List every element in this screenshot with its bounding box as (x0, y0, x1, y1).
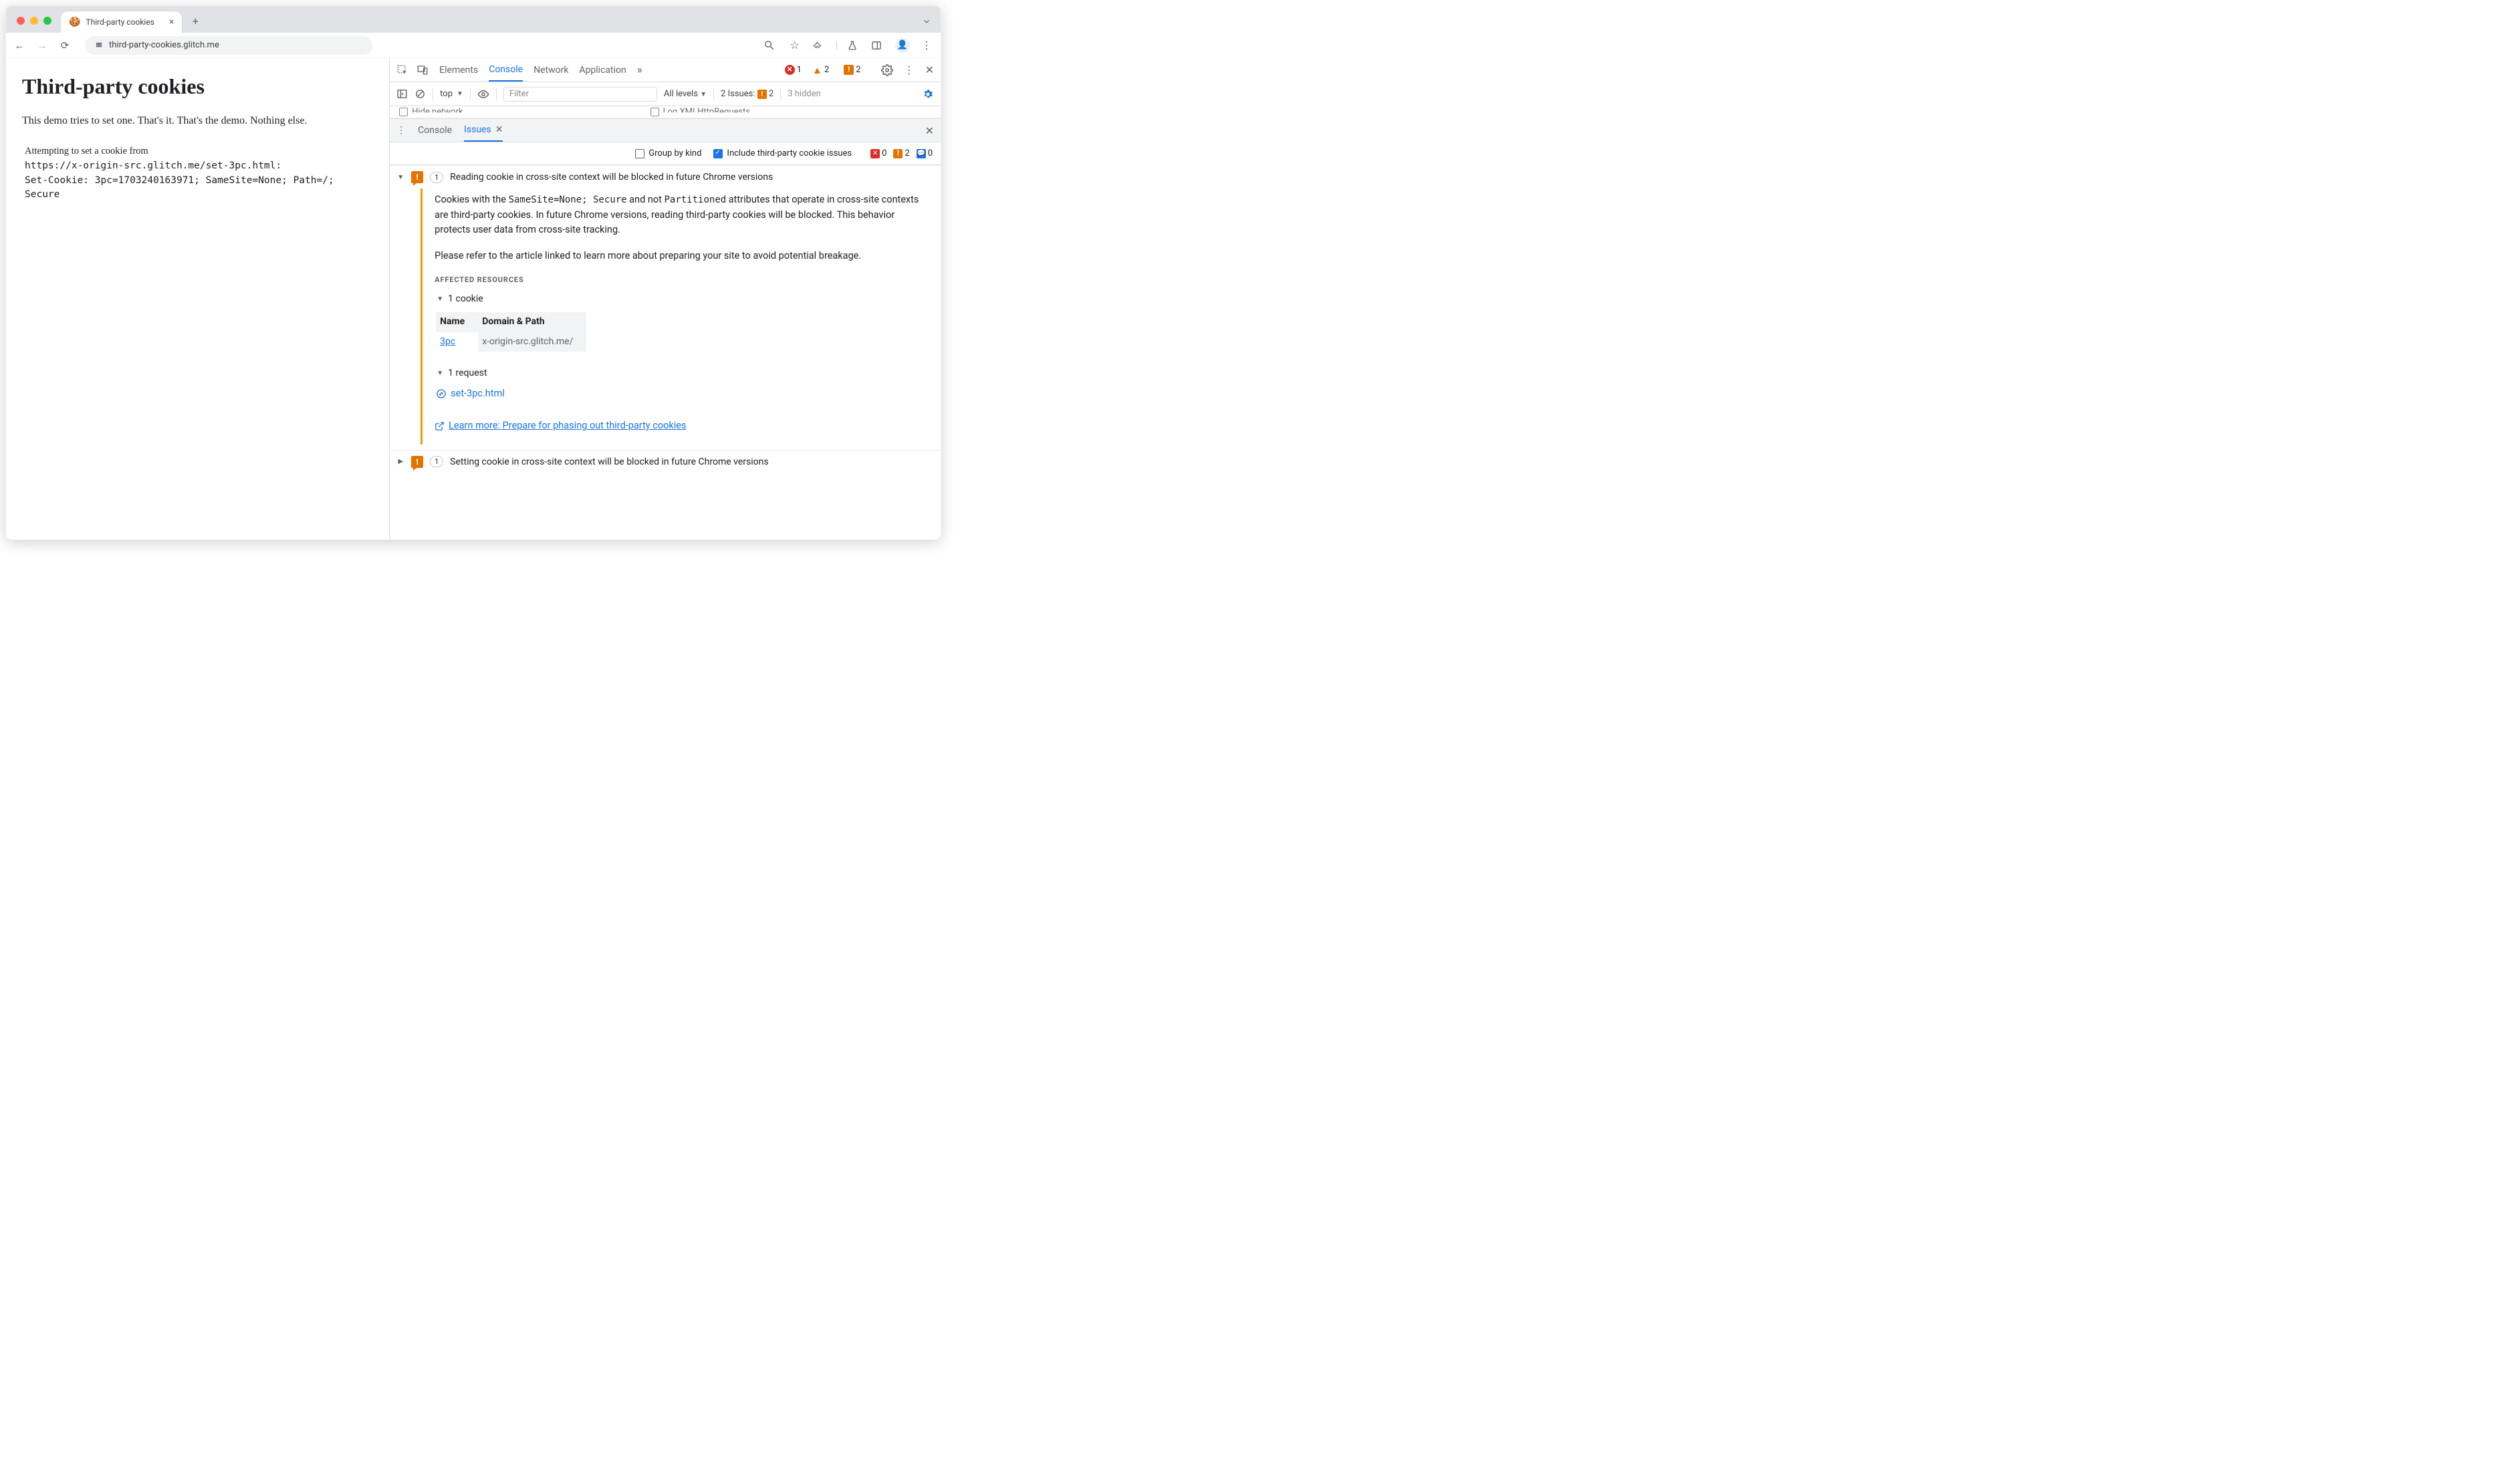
tab-network[interactable]: Network (533, 58, 568, 82)
warning-count[interactable]: ▲2 (812, 65, 829, 75)
devtools-menu-icon[interactable]: ⋮ (904, 64, 915, 76)
affected-resources-heading: AFFECTED RESOURCES (435, 274, 930, 285)
page-log: Attempting to set a cookie from https://… (25, 144, 373, 203)
cookie-resource-toggle[interactable]: ▼1 cookie (436, 292, 930, 307)
issue-count[interactable]: !2 (844, 65, 860, 75)
log-setcookie: Set-Cookie: 3pc=1703240163971; SameSite=… (25, 175, 334, 201)
bookmark-star-icon[interactable]: ☆ (788, 39, 802, 51)
issue-body: Cookies with the SameSite=None; Secure a… (421, 189, 934, 445)
labs-icon[interactable] (847, 40, 862, 51)
error-count[interactable]: ✕1 (785, 65, 802, 75)
omnibox[interactable]: third-party-cookies.glitch.me (85, 36, 372, 55)
log-levels-selector[interactable]: All levels ▼ (664, 89, 707, 99)
page-heading: Third-party cookies (22, 74, 373, 99)
issue-title: Setting cookie in cross-site context wil… (450, 457, 768, 467)
log-prefix: Attempting to set a cookie from (25, 146, 148, 156)
issue-description-2: Please refer to the article linked to le… (435, 249, 930, 263)
learn-more-link[interactable]: Learn more: Prepare for phasing out thir… (435, 418, 686, 433)
drawer-close-icon[interactable]: ✕ (925, 124, 934, 137)
tab-overflow-icon[interactable]: » (637, 58, 642, 82)
tab-list-chevron-icon[interactable] (922, 17, 931, 26)
issue-item: ▶ ! 1 Setting cookie in cross-site conte… (390, 450, 941, 473)
col-name: Name (436, 312, 478, 332)
log-xhr-checkbox[interactable]: Log XMLHttpRequests (663, 107, 751, 117)
devtools-panel: Elements Console Network Application » ✕… (389, 58, 941, 539)
include-3pc-checkbox[interactable]: Include third-party cookie issues (713, 148, 852, 158)
new-tab-button[interactable]: + (187, 13, 203, 29)
drawer-menu-icon[interactable]: ⋮ (396, 125, 406, 136)
col-domain-path: Domain & Path (478, 312, 586, 332)
cookie-domain-path: x-origin-src.glitch.me/ (478, 332, 586, 352)
chrome-menu-icon[interactable]: ⋮ (919, 39, 934, 51)
close-issues-tab-icon[interactable]: ✕ (495, 124, 503, 135)
disclosure-toggle-icon[interactable]: ▶ (396, 458, 404, 465)
page-intro: This demo tries to set one. That's it. T… (22, 115, 373, 127)
window-close-button[interactable] (17, 17, 25, 25)
console-toolbar: top▼ Filter All levels ▼ 2 Issues: ! 2 3… (390, 82, 941, 106)
drawer-tabstrip: ⋮ Console Issues✕ ✕ (390, 118, 941, 142)
drawer-tab-issues[interactable]: Issues✕ (464, 119, 503, 142)
issues-error-count: ✕0 (870, 148, 886, 158)
console-pref-row: Hide network Log XMLHttpRequests (390, 106, 941, 118)
browser-tab-strip: 🍪 Third-party cookies × + (6, 6, 941, 33)
issue-occurrence-count: 1 (430, 172, 443, 183)
nav-forward-icon[interactable]: → (35, 39, 49, 51)
issues-link[interactable]: 2 Issues: ! 2 (721, 89, 774, 100)
external-link-icon (435, 421, 445, 431)
context-selector[interactable]: top▼ (440, 89, 463, 99)
device-toggle-icon[interactable] (416, 64, 429, 76)
devtools-close-icon[interactable]: ✕ (925, 64, 934, 76)
issue-occurrence-count: 1 (430, 456, 443, 467)
tab-elements[interactable]: Elements (439, 58, 478, 82)
log-url: https://x-origin-src.glitch.me/set-3pc.h… (25, 160, 281, 171)
window-minimize-button[interactable] (30, 17, 38, 25)
tab-close-icon[interactable]: × (169, 17, 174, 27)
tab-application[interactable]: Application (579, 58, 626, 82)
zoom-icon[interactable] (763, 39, 778, 51)
hidden-count[interactable]: 3 hidden (788, 89, 821, 99)
clear-console-icon[interactable] (414, 88, 426, 100)
page-content: Third-party cookies This demo tries to s… (6, 58, 389, 539)
request-icon (436, 388, 447, 399)
settings-gear-icon[interactable] (881, 64, 893, 76)
live-expression-icon[interactable] (477, 88, 489, 100)
sidepanel-icon[interactable] (871, 40, 886, 51)
omnibox-url: third-party-cookies.glitch.me (109, 40, 219, 50)
window-zoom-button[interactable] (43, 17, 51, 25)
toolbar: ← → ⟳ third-party-cookies.glitch.me ☆ | … (6, 33, 941, 58)
devtools-tabstrip: Elements Console Network Application » ✕… (390, 58, 941, 82)
toolbar-separator: | (836, 40, 838, 51)
breaking-change-icon: ! (411, 456, 423, 468)
issues-list: ▼ ! 1 Reading cookie in cross-site conte… (390, 165, 941, 539)
profile-avatar-icon[interactable]: 👤 (895, 38, 910, 53)
nav-reload-icon[interactable]: ⟳ (58, 39, 72, 51)
tab-console[interactable]: Console (489, 58, 523, 82)
request-resource-toggle[interactable]: ▼1 request (436, 366, 930, 381)
extensions-icon[interactable] (812, 40, 826, 51)
group-by-kind-checkbox[interactable]: Group by kind (635, 148, 701, 158)
affected-request-link[interactable]: set-3pc.html (436, 386, 930, 401)
tab-title: Third-party cookies (86, 17, 154, 27)
drawer-tab-console[interactable]: Console (418, 119, 452, 142)
site-settings-icon[interactable] (94, 41, 104, 50)
console-sidebar-toggle-icon[interactable] (396, 88, 408, 100)
table-row: 3pcx-origin-src.glitch.me/ (436, 332, 586, 352)
browser-tab[interactable]: 🍪 Third-party cookies × (61, 11, 182, 33)
issues-info-count: 💬0 (917, 148, 933, 158)
issue-item: ▼ ! 1 Reading cookie in cross-site conte… (390, 165, 941, 450)
cookie-favicon-icon: 🍪 (69, 17, 80, 27)
breaking-change-icon: ! (411, 171, 423, 183)
filter-input[interactable]: Filter (503, 87, 657, 102)
issue-description: Cookies with the SameSite=None; Secure a… (435, 193, 930, 238)
issues-toolbar: Group by kind Include third-party cookie… (390, 142, 941, 165)
nav-back-icon[interactable]: ← (13, 39, 26, 51)
console-settings-icon[interactable] (922, 88, 934, 100)
cookie-name-link[interactable]: 3pc (436, 332, 478, 352)
issue-title: Reading cookie in cross-site context wil… (450, 172, 773, 182)
inspect-element-icon[interactable] (396, 64, 408, 76)
hide-network-checkbox[interactable]: Hide network (412, 107, 463, 117)
affected-cookies-table: NameDomain & Path 3pcx-origin-src.glitch… (436, 312, 586, 352)
issues-warn-count: !2 (893, 148, 909, 158)
disclosure-toggle-icon[interactable]: ▼ (396, 174, 404, 181)
